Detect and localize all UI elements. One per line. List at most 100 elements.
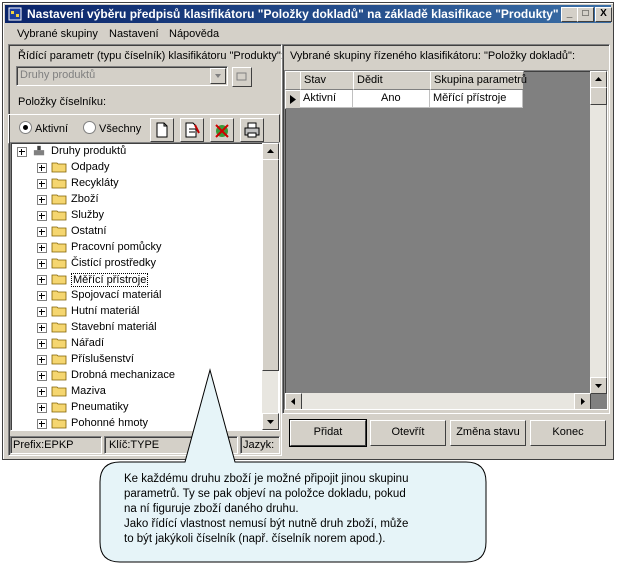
chevron-down-icon[interactable] <box>210 68 226 84</box>
menu-nastaveni[interactable]: Nastavení <box>109 28 159 40</box>
tree-item[interactable]: Ostatní <box>11 224 261 240</box>
col-header-stav[interactable]: Stav <box>300 71 354 90</box>
tree-item-label: Pohonné hmoty <box>71 417 149 429</box>
folder-icon <box>51 258 67 269</box>
row-indicator <box>285 90 301 109</box>
title-bar[interactable]: Nastavení výběru předpisů klasifikátoru … <box>5 5 612 23</box>
tree-item-label: Čistící prostředky <box>71 257 156 269</box>
expand-icon[interactable] <box>37 211 47 221</box>
col-header-dedit[interactable]: Dědit <box>353 71 431 90</box>
expand-icon[interactable] <box>37 275 47 285</box>
param-lookup-button[interactable] <box>232 67 252 87</box>
expand-icon[interactable] <box>37 323 47 333</box>
expand-icon[interactable] <box>37 419 47 429</box>
expand-icon[interactable] <box>37 403 47 413</box>
table-row-dedit[interactable]: Ano <box>353 90 430 108</box>
row-pointer-icon <box>290 95 296 104</box>
new-document-icon <box>156 122 168 138</box>
tree-scrollbar[interactable] <box>262 143 279 430</box>
grid-hscrollbar[interactable] <box>285 393 591 409</box>
tree-item[interactable]: Drobná mechanizace <box>11 368 261 384</box>
expand-icon[interactable] <box>37 339 47 349</box>
expand-icon[interactable] <box>37 355 47 365</box>
items-label: Položky číselníku: <box>18 96 107 108</box>
groups-grid[interactable]: Stav Dědit Skupina parametrů Aktivní Ano… <box>284 70 608 410</box>
tree-item-label: Služby <box>71 209 105 221</box>
tree-item-label: Spojovací materiál <box>71 289 162 301</box>
menu-vybrane-skupiny[interactable]: Vybrané skupiny <box>17 28 98 40</box>
expand-icon[interactable] <box>37 259 47 269</box>
tree-item[interactable]: Hutní materiál <box>11 304 261 320</box>
folder-icon <box>51 290 67 301</box>
tree-item[interactable]: Odpady <box>11 160 261 176</box>
table-row-skupina[interactable]: Měřící přístroje <box>430 90 523 108</box>
new-item-button[interactable] <box>150 118 174 142</box>
grid-vscroll-thumb[interactable] <box>590 87 607 105</box>
expand-icon[interactable] <box>37 227 47 237</box>
tree-item-label: Zboží <box>71 193 99 205</box>
edit-document-icon <box>185 122 200 138</box>
table-row[interactable]: Aktivní <box>300 90 353 108</box>
tree-item[interactable]: Spojovací materiál <box>11 288 261 304</box>
delete-item-button[interactable] <box>210 118 234 142</box>
expand-icon[interactable] <box>37 179 47 189</box>
expand-icon[interactable] <box>37 307 47 317</box>
grid-scroll-up-button[interactable] <box>590 71 607 88</box>
grid-scroll-down-button[interactable] <box>590 377 607 394</box>
grid-scroll-right-button[interactable] <box>574 393 591 409</box>
add-button[interactable]: Přidat <box>289 419 367 447</box>
arrow-up-icon <box>267 149 274 153</box>
tree-item[interactable]: Čistící prostředky <box>11 256 261 272</box>
maximize-button[interactable]: □ <box>577 7 594 22</box>
tree-item-label: Pneumatiky <box>71 401 129 413</box>
tree-root[interactable]: Druhy produktů <box>11 144 261 160</box>
tree-item[interactable]: Pneumatiky <box>11 400 261 416</box>
tree-item[interactable]: Recykláty <box>11 176 261 192</box>
folder-icon <box>51 306 67 317</box>
grid-vscrollbar[interactable] <box>590 71 607 394</box>
tree-item[interactable]: Pracovní pomůcky <box>11 240 261 256</box>
folder-icon <box>51 386 67 397</box>
tree-item[interactable]: Služby <box>11 208 261 224</box>
expand-icon[interactable] <box>37 291 47 301</box>
expand-icon[interactable] <box>37 387 47 397</box>
collapse-icon[interactable] <box>17 147 27 157</box>
tree-item-label: Měřící přístroje <box>71 273 149 287</box>
grid-scroll-left-button[interactable] <box>285 393 302 409</box>
callout-text: Ke každému druhu zboží je možné připojit… <box>124 472 474 547</box>
expand-icon[interactable] <box>37 371 47 381</box>
folder-icon <box>51 274 67 285</box>
change-state-button[interactable]: Změna stavu <box>450 420 526 446</box>
folder-icon <box>51 210 67 221</box>
printer-icon <box>244 122 260 138</box>
tree-item[interactable]: Stavební materiál <box>11 320 261 336</box>
end-button[interactable]: Konec <box>530 420 606 446</box>
expand-icon[interactable] <box>37 163 47 173</box>
tree-item[interactable]: Zboží <box>11 192 261 208</box>
scroll-thumb[interactable] <box>262 159 279 371</box>
scroll-up-button[interactable] <box>262 143 279 160</box>
arrow-up-icon <box>595 77 602 81</box>
tree-item[interactable]: Příslušenství <box>11 352 261 368</box>
print-button[interactable] <box>240 118 264 142</box>
arrow-right-icon <box>581 398 585 405</box>
expand-icon[interactable] <box>37 243 47 253</box>
edit-item-button[interactable] <box>180 118 204 142</box>
tree-item[interactable]: Nářadí <box>11 336 261 352</box>
scroll-down-button[interactable] <box>262 413 279 430</box>
tree-item[interactable]: Maziva <box>11 384 261 400</box>
open-button[interactable]: Otevřít <box>370 420 446 446</box>
window-title: Nastavení výběru předpisů klasifikátoru … <box>27 7 559 21</box>
menu-napoveda[interactable]: Nápověda <box>169 28 219 40</box>
radio-active[interactable] <box>19 121 32 134</box>
tree-item-label: Maziva <box>71 385 106 397</box>
col-header-skupina[interactable]: Skupina parametrů <box>430 71 527 90</box>
param-combo[interactable]: Druhy produktů <box>16 66 228 86</box>
expand-icon[interactable] <box>37 195 47 205</box>
radio-all[interactable] <box>83 121 96 134</box>
tree-item[interactable]: Měřící přístroje <box>11 272 261 288</box>
minimize-button[interactable]: _ <box>561 7 578 22</box>
close-button[interactable]: X <box>595 7 612 22</box>
items-tree[interactable]: Druhy produktů Odpady Recykláty Zboží Služb… <box>10 142 280 431</box>
tree-item-label: Recykláty <box>71 177 119 189</box>
